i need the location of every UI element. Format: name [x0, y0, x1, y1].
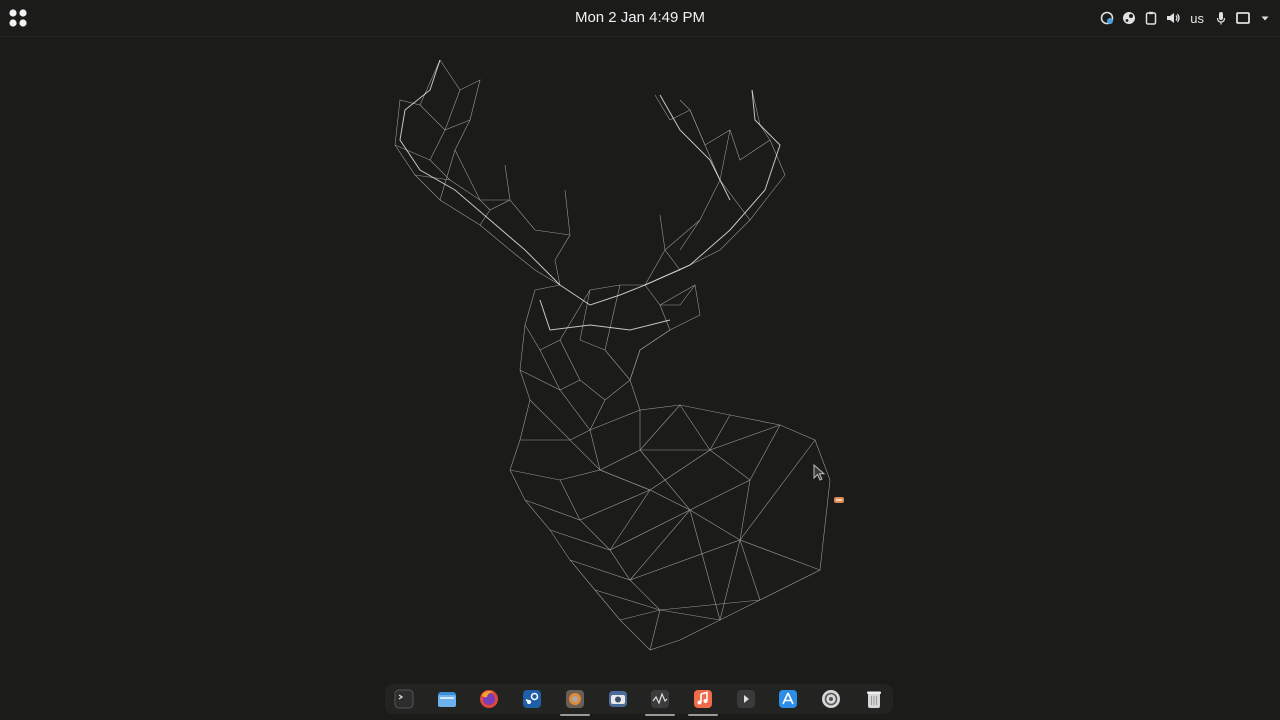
steam-icon	[523, 690, 542, 708]
notification-indicator-icon	[834, 497, 844, 503]
keyboard-layout[interactable]: us	[1188, 11, 1206, 26]
dock-item-app-store[interactable]	[777, 688, 799, 710]
volume-icon[interactable]	[1166, 11, 1180, 25]
settings-icon	[822, 690, 841, 708]
chevron-down-icon[interactable]	[1258, 11, 1272, 25]
dock-item-system-monitor[interactable]	[645, 688, 676, 716]
video-player-icon	[736, 690, 755, 708]
mouse-cursor	[813, 464, 826, 481]
dock-item-terminal[interactable]	[393, 688, 415, 710]
system-tray: us	[1100, 0, 1272, 36]
dock-item-firefox[interactable]	[478, 688, 500, 710]
folder-icon	[437, 692, 456, 707]
music-icon	[694, 690, 713, 708]
dock	[385, 684, 893, 716]
running-indicator	[645, 714, 676, 716]
running-indicator	[559, 714, 590, 716]
trash-icon	[866, 691, 881, 708]
running-indicator	[688, 714, 719, 716]
top-bar: Mon 2 Jan 4:49 PM us	[0, 0, 1280, 37]
monitor-graph-icon	[651, 690, 670, 708]
dock-item-browser[interactable]	[559, 688, 590, 716]
terminal-icon	[394, 689, 414, 709]
clock-label[interactable]: Mon 2 Jan 4:49 PM	[575, 9, 705, 26]
deer-wireframe-wallpaper	[394, 59, 831, 651]
clipboard-icon[interactable]	[1144, 11, 1158, 25]
app-store-icon	[779, 690, 798, 708]
browser-icon	[565, 690, 584, 708]
steam-icon[interactable]	[1122, 11, 1136, 25]
screen-icon[interactable]	[1236, 11, 1250, 25]
dock-item-music[interactable]	[688, 688, 719, 716]
dock-item-files[interactable]	[436, 688, 458, 710]
vpn-icon[interactable]	[1100, 11, 1114, 25]
dock-item-trash[interactable]	[863, 688, 885, 710]
dock-item-settings[interactable]	[820, 688, 842, 710]
clock: Mon 2 Jan 4:49 PM	[0, 0, 1280, 36]
dock-item-camera[interactable]	[607, 688, 629, 710]
dock-item-video-player[interactable]	[735, 688, 757, 710]
dock-item-steam[interactable]	[521, 688, 543, 710]
camera-icon	[608, 691, 627, 707]
microphone-icon[interactable]	[1214, 11, 1228, 25]
firefox-icon	[480, 690, 499, 708]
